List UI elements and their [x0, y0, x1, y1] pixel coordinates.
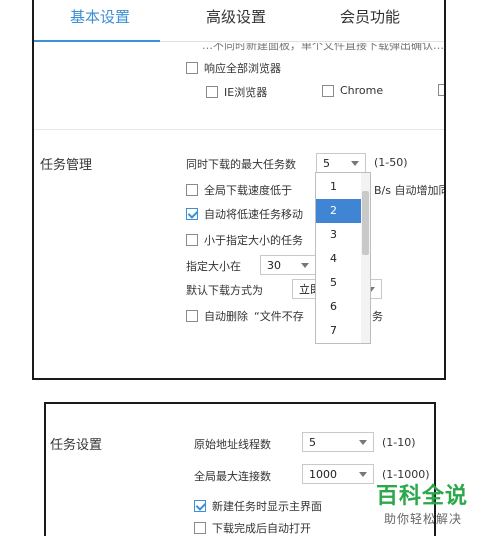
chrome-browser-label: Chrome	[340, 84, 384, 97]
chrome-browser-checkbox[interactable]	[322, 84, 334, 97]
threads-select[interactable]: 5	[302, 432, 374, 452]
show-main-row: 新建任务时显示主界面	[194, 498, 322, 514]
dropdown-option[interactable]: 1	[316, 175, 363, 199]
chevron-down-icon	[359, 472, 367, 477]
auto-open-label: 下载完成后自动打开	[212, 522, 311, 535]
speed-low-label: 全局下载速度低于	[204, 184, 292, 197]
clipped-browser-checkbox[interactable]	[438, 84, 444, 96]
dropdown-scrollbar[interactable]	[361, 173, 370, 343]
size-row: 指定大小在	[186, 258, 241, 274]
clipped-browser-row	[438, 84, 444, 96]
threads-label: 原始地址线程数	[194, 438, 271, 451]
speed-low-suffix-row: B/s 自动增加同时	[374, 182, 444, 198]
speed-low-row: 全局下载速度低于	[186, 182, 292, 198]
auto-move-row: 自动将低速任务移动	[186, 206, 303, 222]
min-size-checkbox[interactable]	[186, 234, 198, 246]
size-value: 30	[267, 258, 281, 272]
max-tasks-row: 同时下载的最大任务数	[186, 156, 296, 172]
threads-range-row: (1-10)	[382, 436, 416, 449]
settings-panel-top: 基本设置 高级设置 会员功能 …不同时新建面板，单个文件直接下载弹出确认… 响应…	[32, 0, 446, 380]
tab-member-features[interactable]: 会员功能	[340, 6, 400, 27]
dropdown-option[interactable]: 3	[316, 223, 363, 247]
connections-label: 全局最大连接数	[194, 470, 271, 483]
auto-delete-tail-row: 务	[372, 308, 383, 324]
dropdown-option[interactable]: 6	[316, 295, 363, 319]
auto-delete-label: 自动删除	[204, 310, 248, 323]
threads-range: (1-10)	[382, 436, 416, 449]
chrome-browser-row: Chrome	[322, 84, 383, 97]
max-tasks-range-row: (1-50)	[374, 156, 408, 169]
min-size-row: 小于指定大小的任务	[186, 232, 303, 248]
tab-basic-settings[interactable]: 基本设置	[70, 6, 130, 27]
watermark-logo: 百科全说 助你轻松解决	[372, 478, 494, 534]
threads-value: 5	[309, 435, 316, 449]
max-tasks-dropdown-list: 1 2 3 4 5 6 7	[315, 172, 371, 344]
show-main-label: 新建任务时显示主界面	[212, 500, 322, 513]
auto-move-label: 自动将低速任务移动	[204, 208, 303, 221]
chevron-down-icon	[359, 440, 367, 445]
speed-low-checkbox[interactable]	[186, 184, 198, 196]
auto-move-checkbox[interactable]	[186, 208, 198, 220]
size-label: 指定大小在	[186, 260, 241, 273]
dropdown-option[interactable]: 5	[316, 271, 363, 295]
respond-all-browsers-row: 响应全部浏览器	[186, 60, 281, 76]
active-tab-indicator	[34, 40, 160, 42]
chevron-down-icon	[351, 161, 359, 166]
dropdown-option[interactable]: 7	[316, 319, 363, 343]
tab-advanced-settings[interactable]: 高级设置	[206, 6, 266, 27]
max-tasks-value: 5	[323, 156, 330, 170]
auto-open-checkbox[interactable]	[194, 522, 206, 534]
watermark-title: 百科全说	[376, 484, 469, 509]
connections-row: 全局最大连接数	[194, 468, 271, 484]
download-mode-label: 默认下载方式为	[186, 284, 263, 297]
show-main-checkbox[interactable]	[194, 500, 206, 512]
auto-delete-checkbox[interactable]	[186, 310, 198, 322]
auto-delete-mid: “文件不存	[254, 310, 304, 323]
min-size-label: 小于指定大小的任务	[204, 234, 303, 247]
size-select[interactable]: 30	[260, 255, 316, 275]
clipped-text: …不同时新建面板，单个文件直接下载弹出确认…	[202, 43, 444, 51]
download-mode-row: 默认下载方式为	[186, 282, 263, 298]
auto-delete-row: 自动删除 “文件不存	[186, 308, 304, 324]
threads-row: 原始地址线程数	[194, 436, 271, 452]
respond-all-browsers-label: 响应全部浏览器	[204, 62, 281, 75]
ie-browser-row: IE浏览器	[206, 84, 267, 100]
max-tasks-label: 同时下载的最大任务数	[186, 158, 296, 171]
auto-open-row: 下载完成后自动打开	[194, 520, 311, 536]
task-management-title: 任务管理	[40, 158, 93, 173]
watermark-subtitle: 助你轻松解决	[384, 512, 463, 526]
dropdown-option[interactable]: 4	[316, 247, 363, 271]
connections-select[interactable]: 1000	[302, 464, 374, 484]
tab-bar: 基本设置 高级设置 会员功能	[34, 0, 444, 42]
max-tasks-select[interactable]: 5	[316, 153, 366, 173]
ie-browser-label: IE浏览器	[224, 86, 268, 99]
dropdown-scrollbar-thumb[interactable]	[362, 191, 369, 255]
dropdown-option-selected[interactable]: 2	[316, 199, 363, 223]
respond-all-browsers-checkbox[interactable]	[186, 62, 198, 74]
ie-browser-checkbox[interactable]	[206, 86, 218, 98]
section-divider	[34, 129, 444, 130]
auto-delete-tail: 务	[372, 310, 383, 323]
max-tasks-range: (1-50)	[374, 156, 408, 169]
chevron-down-icon	[301, 263, 309, 268]
connections-value: 1000	[309, 467, 337, 481]
speed-low-suffix: B/s 自动增加同时	[374, 184, 444, 197]
task-settings-title: 任务设置	[50, 438, 103, 453]
